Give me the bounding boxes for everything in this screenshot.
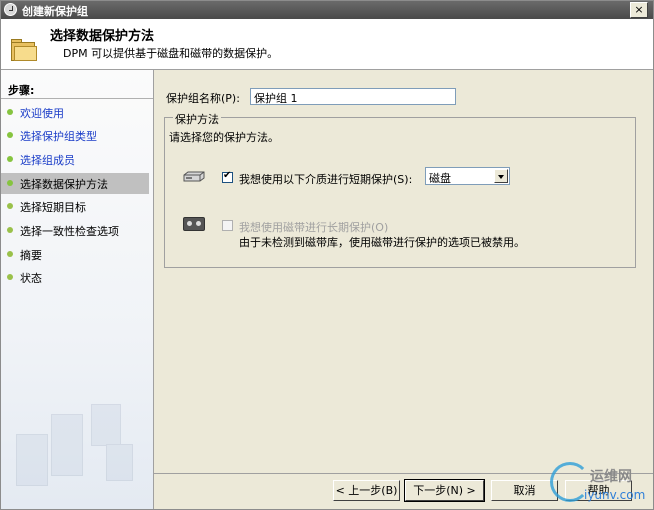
step-bullet-icon bbox=[7, 251, 13, 257]
disk-icon bbox=[183, 171, 205, 182]
sidebar-item-label: 状态 bbox=[20, 272, 42, 285]
short-term-medium-select[interactable]: 磁盘 bbox=[425, 167, 510, 185]
step-bullet-icon bbox=[7, 274, 13, 280]
title-bar[interactable]: 创建新保护组 × bbox=[1, 1, 653, 19]
step-bullet-icon bbox=[7, 132, 13, 138]
watermark-url: iyunv.com bbox=[584, 488, 646, 502]
step-bullet-icon bbox=[7, 227, 13, 233]
long-term-checkbox bbox=[222, 220, 233, 231]
sidebar-item-status: 状态 bbox=[1, 267, 149, 288]
protection-method-group: 保护方法 请选择您的保护方法。 我想使用以下介质进行短期保护(S): 磁盘 我想… bbox=[164, 111, 636, 268]
sidebar-item-protection-method[interactable]: 选择数据保护方法 bbox=[1, 173, 149, 194]
method-description: 请选择您的保护方法。 bbox=[169, 131, 279, 144]
watermark-text: 运维网 bbox=[590, 469, 632, 485]
steps-heading: 步骤: bbox=[8, 84, 35, 97]
selected-medium: 磁盘 bbox=[429, 172, 451, 185]
tape-icon bbox=[183, 217, 205, 231]
step-bullet-icon bbox=[7, 180, 13, 186]
sidebar-item-label: 摘要 bbox=[20, 249, 42, 262]
group-legend: 保护方法 bbox=[173, 111, 221, 127]
group-name-label: 保护组名称(P): bbox=[166, 92, 240, 105]
step-bullet-icon bbox=[7, 156, 13, 162]
app-icon bbox=[4, 3, 17, 16]
short-term-label[interactable]: 我想使用以下介质进行短期保护(S): bbox=[239, 171, 412, 187]
step-bullet-icon bbox=[7, 203, 13, 209]
servers-illustration bbox=[11, 399, 141, 489]
sidebar-item-label[interactable]: 欢迎使用 bbox=[20, 105, 64, 121]
tape-disabled-note: 由于未检测到磁带库，使用磁带进行保护的选项已被禁用。 bbox=[239, 236, 525, 249]
sidebar-item-consistency-check: 选择一致性检查选项 bbox=[1, 220, 149, 241]
long-term-label: 我想使用磁带进行长期保护(O) bbox=[239, 221, 389, 234]
sidebar-item-group-members[interactable]: 选择组成员 bbox=[1, 149, 149, 170]
sidebar-item-label: 选择一致性检查选项 bbox=[20, 225, 119, 238]
divider bbox=[1, 98, 153, 99]
sidebar-item-label[interactable]: 选择组成员 bbox=[20, 152, 75, 168]
sidebar-item-welcome[interactable]: 欢迎使用 bbox=[1, 102, 149, 123]
step-bullet-icon bbox=[7, 109, 13, 115]
wizard-header: 选择数据保护方法 DPM 可以提供基于磁盘和磁带的数据保护。 bbox=[1, 19, 653, 70]
window-title: 创建新保护组 bbox=[22, 5, 88, 18]
steps-sidebar: 步骤: 欢迎使用 选择保护组类型 选择组成员 选择数据保护方法 选择短期目标 选… bbox=[1, 70, 154, 509]
short-term-checkbox[interactable] bbox=[222, 170, 233, 183]
sidebar-item-label[interactable]: 选择保护组类型 bbox=[20, 128, 97, 144]
sidebar-item-label: 选择短期目标 bbox=[20, 201, 86, 214]
next-button[interactable]: 下一步(N) > bbox=[404, 479, 485, 502]
page-title: 选择数据保护方法 bbox=[50, 29, 155, 44]
main-panel: 保护组名称(P): 保护组 1 保护方法 请选择您的保护方法。 我想使用以下介质… bbox=[154, 70, 653, 509]
sidebar-item-summary: 摘要 bbox=[1, 244, 149, 265]
site-watermark: 运维网 iyunv.com bbox=[546, 458, 651, 508]
folder-icon bbox=[11, 39, 37, 61]
sidebar-item-short-term-goals: 选择短期目标 bbox=[1, 196, 149, 217]
group-name-input[interactable]: 保护组 1 bbox=[250, 88, 456, 105]
sidebar-item-group-type[interactable]: 选择保护组类型 bbox=[1, 125, 149, 146]
back-button[interactable]: < 上一步(B) bbox=[333, 480, 400, 501]
close-button[interactable]: × bbox=[630, 2, 648, 18]
wizard-window: 创建新保护组 × 选择数据保护方法 DPM 可以提供基于磁盘和磁带的数据保护。 … bbox=[0, 0, 654, 510]
page-subtitle: DPM 可以提供基于磁盘和磁带的数据保护。 bbox=[63, 47, 279, 60]
chevron-down-icon[interactable] bbox=[494, 169, 508, 183]
sidebar-item-label: 选择数据保护方法 bbox=[20, 178, 108, 191]
